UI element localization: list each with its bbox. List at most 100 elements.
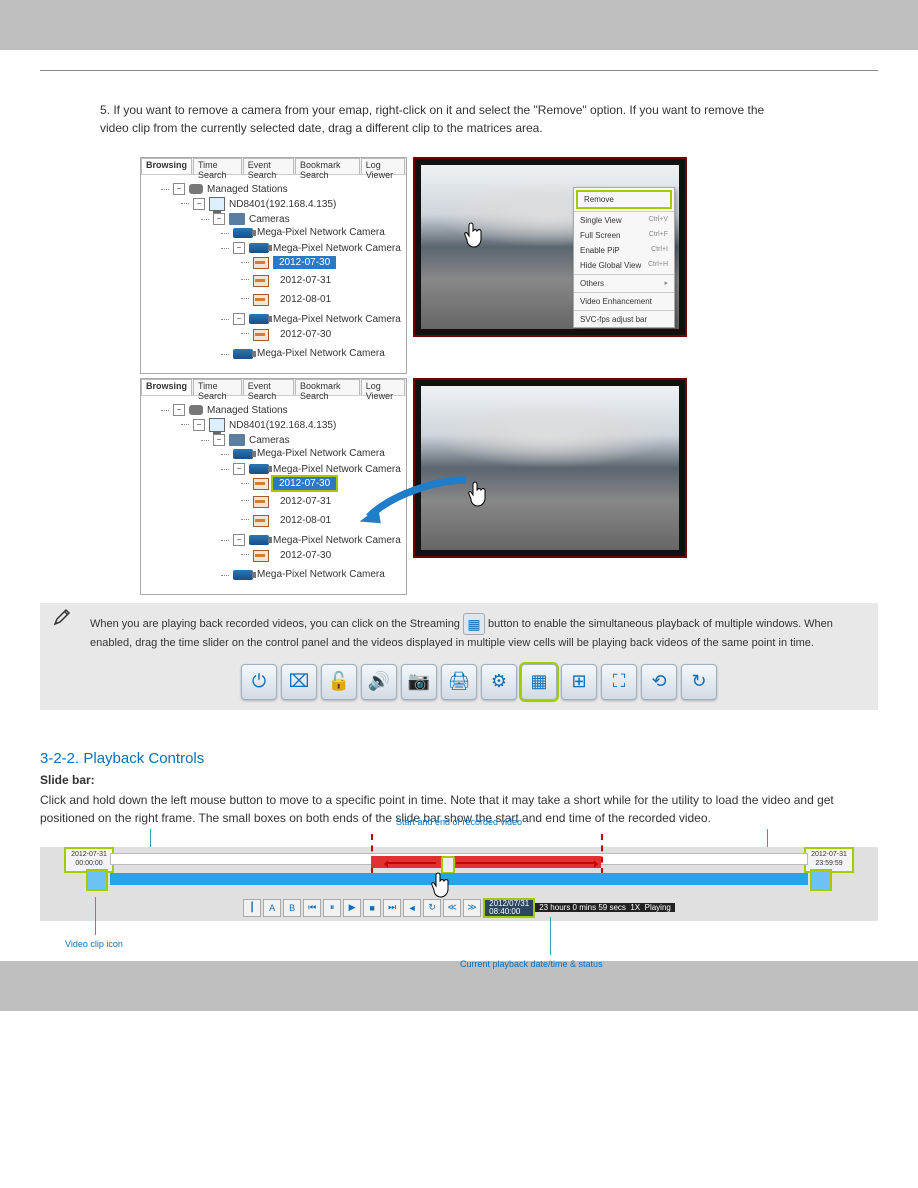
expand-icon[interactable]: −	[213, 434, 225, 446]
ctx-remove[interactable]: Remove	[576, 190, 672, 209]
tree-date[interactable]: 2012-07-31	[273, 494, 338, 509]
status-box: 2012/07/3108:40:00 23 hours 0 mins 59 se…	[483, 900, 675, 916]
tree-camera-3[interactable]: Mega-Pixel Network Camera	[273, 535, 401, 546]
pc-icon	[209, 197, 225, 211]
step-back-button[interactable]: ◄	[403, 899, 421, 917]
expand-icon[interactable]: −	[233, 463, 245, 475]
next-button[interactable]: ⏭	[383, 899, 401, 917]
ctx-hide-global[interactable]: Hide Global ViewCtrl+H	[574, 258, 674, 273]
tree-folder[interactable]: Cameras	[249, 435, 290, 446]
ctx-full-screen[interactable]: Full ScreenCtrl+F	[574, 228, 674, 243]
snapshot-button[interactable]: 📷	[401, 664, 437, 700]
status-datetime: 2012/07/3108:40:00	[483, 898, 535, 918]
tree-2: −Managed Stations −ND8401(192.168.4.135)…	[141, 396, 406, 594]
ctx-enable-pip[interactable]: Enable PiPCtrl+I	[574, 243, 674, 258]
tree-date-selected[interactable]: 2012-07-30	[273, 477, 336, 490]
tab-event-search[interactable]: Event Search	[243, 158, 294, 174]
prev-button[interactable]: ⏮	[303, 899, 321, 917]
camera-icon	[249, 464, 269, 474]
tab-bookmark-search[interactable]: Bookmark Search	[295, 158, 360, 174]
tree-camera-2[interactable]: Mega-Pixel Network Camera	[273, 464, 401, 475]
tree-camera-1[interactable]: Mega-Pixel Network Camera	[257, 227, 385, 238]
layout-button[interactable]: ⊞	[561, 664, 597, 700]
play-button[interactable]: ▶	[343, 899, 361, 917]
tree-camera-2[interactable]: Mega-Pixel Network Camera	[273, 243, 401, 254]
print-button[interactable]: 🖨	[441, 664, 477, 700]
volume-button[interactable]: 🔊	[361, 664, 397, 700]
camera-icon	[233, 570, 253, 580]
tree-date[interactable]: 2012-08-01	[273, 292, 338, 307]
camera-icon	[233, 349, 253, 359]
figure-row-1: Browsing Time Search Event Search Bookma…	[140, 157, 878, 374]
section-heading: 3-2-2. Playback Controls	[40, 750, 878, 767]
camera-icon	[233, 228, 253, 238]
expand-icon[interactable]: −	[233, 534, 245, 546]
slider-button[interactable]: ┃	[243, 899, 261, 917]
expand-icon[interactable]: −	[233, 242, 245, 254]
tree-camera-4[interactable]: Mega-Pixel Network Camera	[257, 569, 385, 580]
note-text-before: When you are playing back recorded video…	[90, 618, 463, 630]
repeat-button[interactable]: ↻	[423, 899, 441, 917]
video-pane-1[interactable]: Remove Single ViewCtrl+V Full ScreenCtrl…	[413, 157, 687, 337]
tab-browsing[interactable]: Browsing	[141, 158, 192, 174]
stop-button[interactable]: ■	[363, 899, 381, 917]
tree-camera-3[interactable]: Mega-Pixel Network Camera	[273, 314, 401, 325]
expand-icon[interactable]: −	[193, 198, 205, 210]
expand-icon[interactable]: −	[233, 313, 245, 325]
tree-station[interactable]: ND8401(192.168.4.135)	[229, 420, 336, 431]
camera-icon	[249, 243, 269, 253]
tree-date[interactable]: 2012-07-31	[273, 273, 338, 288]
seek-knob[interactable]	[441, 856, 455, 874]
tab-log-viewer[interactable]: Log Viewer	[361, 158, 405, 174]
clip-icon	[253, 275, 269, 287]
tab-log-viewer[interactable]: Log Viewer	[361, 379, 405, 395]
callout-line	[550, 917, 551, 955]
expand-icon[interactable]: −	[173, 404, 185, 416]
tab-time-search[interactable]: Time Search	[193, 158, 242, 174]
range-dashed-right	[601, 834, 603, 874]
pencil-icon	[52, 607, 72, 633]
camera-icon	[233, 449, 253, 459]
seek-track[interactable]	[110, 853, 808, 865]
expand-icon[interactable]: −	[193, 419, 205, 431]
camera-icon	[249, 535, 269, 545]
tab-bookmark-search[interactable]: Bookmark Search	[295, 379, 360, 395]
figure-row-2: Browsing Time Search Event Search Bookma…	[140, 378, 878, 595]
tree-date-selected[interactable]: 2012-07-30	[273, 256, 336, 269]
video-pane-2[interactable]	[413, 378, 687, 558]
ab-button[interactable]: A	[263, 899, 281, 917]
ab-b-button[interactable]: B	[283, 899, 301, 917]
tree-folder[interactable]: Cameras	[249, 214, 290, 225]
streaming-button[interactable]: ▦	[521, 664, 557, 700]
expand-icon[interactable]: −	[173, 183, 185, 195]
clip-icon	[253, 329, 269, 341]
tree-date[interactable]: 2012-07-30	[273, 327, 338, 342]
clip-icon	[253, 550, 269, 562]
disconnect-button[interactable]: ⌧	[281, 664, 317, 700]
ctx-single-view[interactable]: Single ViewCtrl+V	[574, 213, 674, 228]
tree-date[interactable]: 2012-08-01	[273, 513, 338, 528]
timeline-area: 2012-07-3100:00:00 2012-07-3123:59:59 ┃ …	[40, 847, 878, 921]
tree-camera-1[interactable]: Mega-Pixel Network Camera	[257, 448, 385, 459]
tabs-1: Browsing Time Search Event Search Bookma…	[141, 158, 406, 175]
tab-event-search[interactable]: Event Search	[243, 379, 294, 395]
rotate-button[interactable]: ⟲	[641, 664, 677, 700]
lock-button[interactable]: 🔓	[321, 664, 357, 700]
ctx-video-enhancement[interactable]: Video Enhancement	[574, 294, 674, 309]
ffwd-button[interactable]: ≫	[463, 899, 481, 917]
ctx-others[interactable]: Others▸	[574, 276, 674, 291]
tree-camera-4[interactable]: Mega-Pixel Network Camera	[257, 348, 385, 359]
expand-icon[interactable]: −	[213, 213, 225, 225]
pause-button[interactable]: ⏸	[323, 899, 341, 917]
rewind-button[interactable]: ≪	[443, 899, 461, 917]
power-button[interactable]: ⏻	[241, 664, 277, 700]
ctx-svc[interactable]: SVC-fps adjust bar	[574, 312, 674, 327]
tab-browsing[interactable]: Browsing	[141, 379, 192, 395]
settings-button[interactable]: ⚙	[481, 664, 517, 700]
tree-station[interactable]: ND8401(192.168.4.135)	[229, 199, 336, 210]
toolbar: ⏻ ⌧ 🔓 🔊 📷 🖨 ⚙ ▦ ⊞ ⛶ ⟲ ↻	[90, 664, 868, 700]
tree-date[interactable]: 2012-07-30	[273, 548, 338, 563]
fullscreen-button[interactable]: ⛶	[601, 664, 637, 700]
refresh-button[interactable]: ↻	[681, 664, 717, 700]
tab-time-search[interactable]: Time Search	[193, 379, 242, 395]
